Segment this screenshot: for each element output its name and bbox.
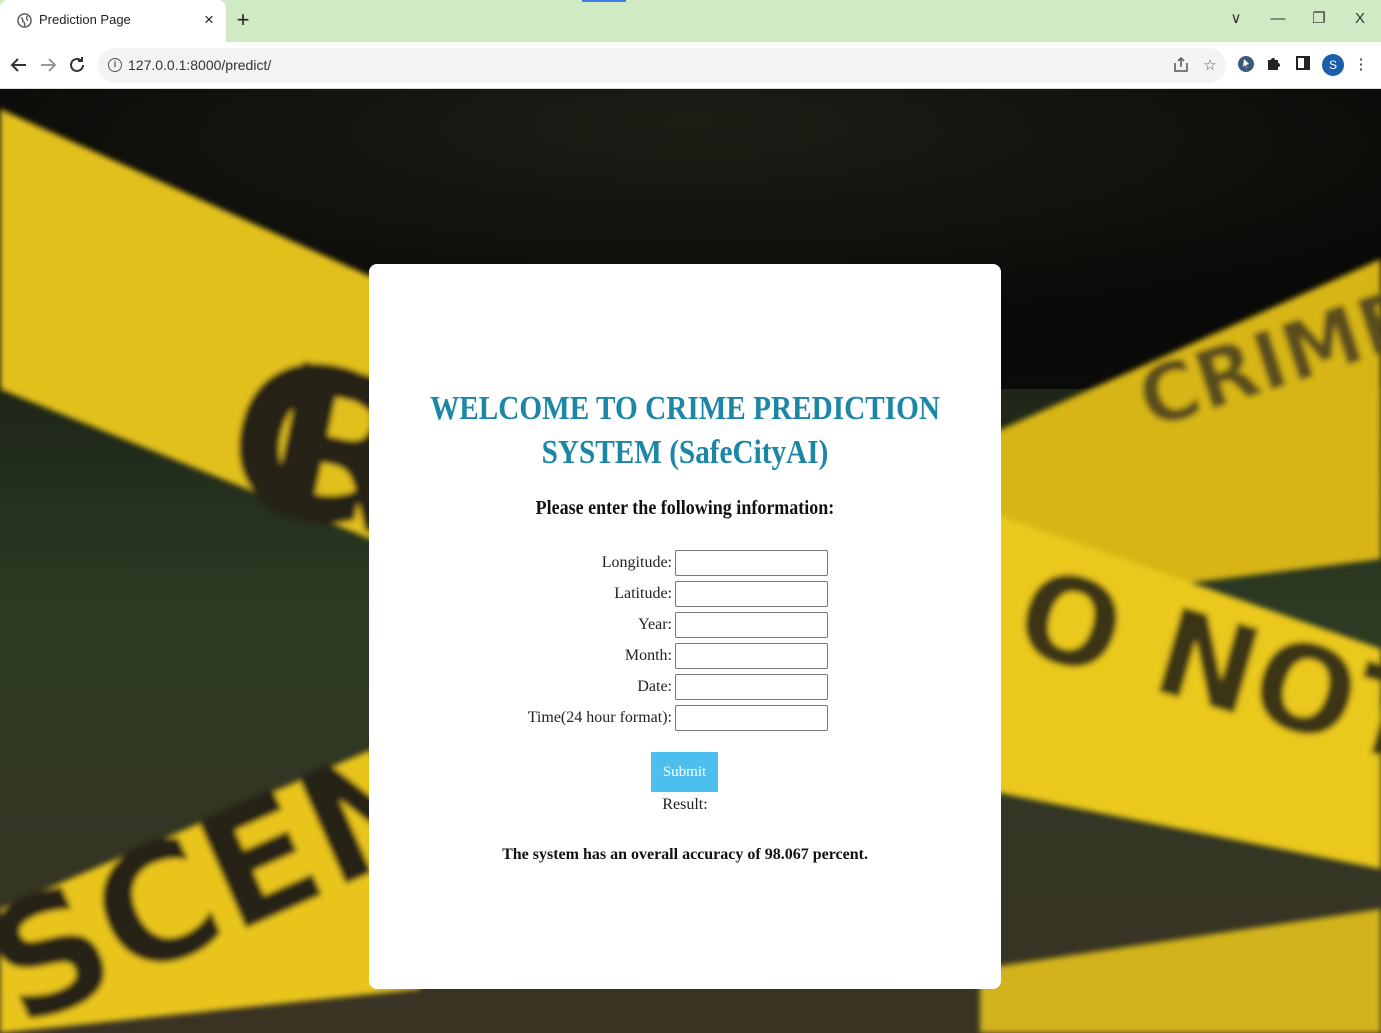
browser-tab[interactable]: Prediction Page × (0, 0, 226, 42)
latitude-row: Latitude: (369, 581, 1001, 607)
share-icon[interactable] (1171, 56, 1191, 76)
page-title: WELCOME TO CRIME PREDICTION SYSTEM (Safe… (430, 390, 940, 471)
month-label: Month: (624, 647, 672, 664)
info-icon[interactable]: i (108, 58, 122, 72)
time-input[interactable] (675, 705, 828, 731)
tab-strip-accent (582, 0, 626, 2)
globe-icon (17, 13, 32, 28)
window-close-button[interactable]: X (1347, 8, 1373, 30)
longitude-row: Longitude: (369, 550, 1001, 576)
result-label: Result: (662, 796, 708, 813)
month-input[interactable] (675, 643, 828, 669)
date-label: Date: (637, 678, 672, 695)
puzzle-icon[interactable] (1263, 54, 1285, 76)
tab-strip: Prediction Page × + ∨ — ❐ X (0, 0, 1381, 42)
time-label: Time(24 hour format): (527, 709, 672, 726)
submit-button[interactable]: Submit (651, 752, 718, 792)
month-row: Month: (369, 643, 1001, 669)
star-icon[interactable]: ☆ (1200, 56, 1220, 76)
profile-avatar[interactable]: S (1322, 54, 1344, 76)
back-arrow-icon[interactable] (7, 53, 31, 77)
accuracy-statement: The system has an overall accuracy of 98… (502, 846, 868, 863)
date-row: Date: (369, 674, 1001, 700)
address-bar[interactable]: i 127.0.0.1:8000/predict/ ☆ (98, 48, 1226, 83)
year-label: Year: (638, 616, 672, 633)
tab-title: Prediction Page (39, 12, 131, 27)
minimize-button[interactable]: — (1265, 8, 1291, 30)
reload-icon[interactable] (65, 53, 89, 77)
tab-close-button[interactable]: × (199, 10, 219, 30)
new-tab-button[interactable]: + (231, 8, 255, 32)
date-input[interactable] (675, 674, 828, 700)
time-row: Time(24 hour format): (369, 705, 1001, 731)
tab-search-button[interactable]: ∨ (1223, 8, 1249, 30)
browser-toolbar: i 127.0.0.1:8000/predict/ ☆ S ⋮ (0, 42, 1381, 89)
extension-icon[interactable] (1235, 54, 1257, 76)
year-row: Year: (369, 612, 1001, 638)
latitude-label: Latitude: (614, 585, 672, 602)
kebab-menu-icon[interactable]: ⋮ (1350, 54, 1372, 76)
latitude-input[interactable] (675, 581, 828, 607)
longitude-input[interactable] (675, 550, 828, 576)
forward-arrow-icon[interactable] (36, 53, 60, 77)
year-input[interactable] (675, 612, 828, 638)
prediction-form-card: WELCOME TO CRIME PREDICTION SYSTEM (Safe… (369, 264, 1001, 989)
longitude-label: Longitude: (601, 554, 672, 571)
side-panel-icon[interactable] (1292, 54, 1314, 76)
url-text[interactable]: 127.0.0.1:8000/predict/ (128, 57, 271, 73)
page-viewport: CR SCEN O NOT CROS CRIME WELCOME TO CRIM… (0, 89, 1381, 1033)
restore-button[interactable]: ❐ (1306, 8, 1332, 30)
form-instructions: Please enter the following information: (535, 497, 835, 519)
